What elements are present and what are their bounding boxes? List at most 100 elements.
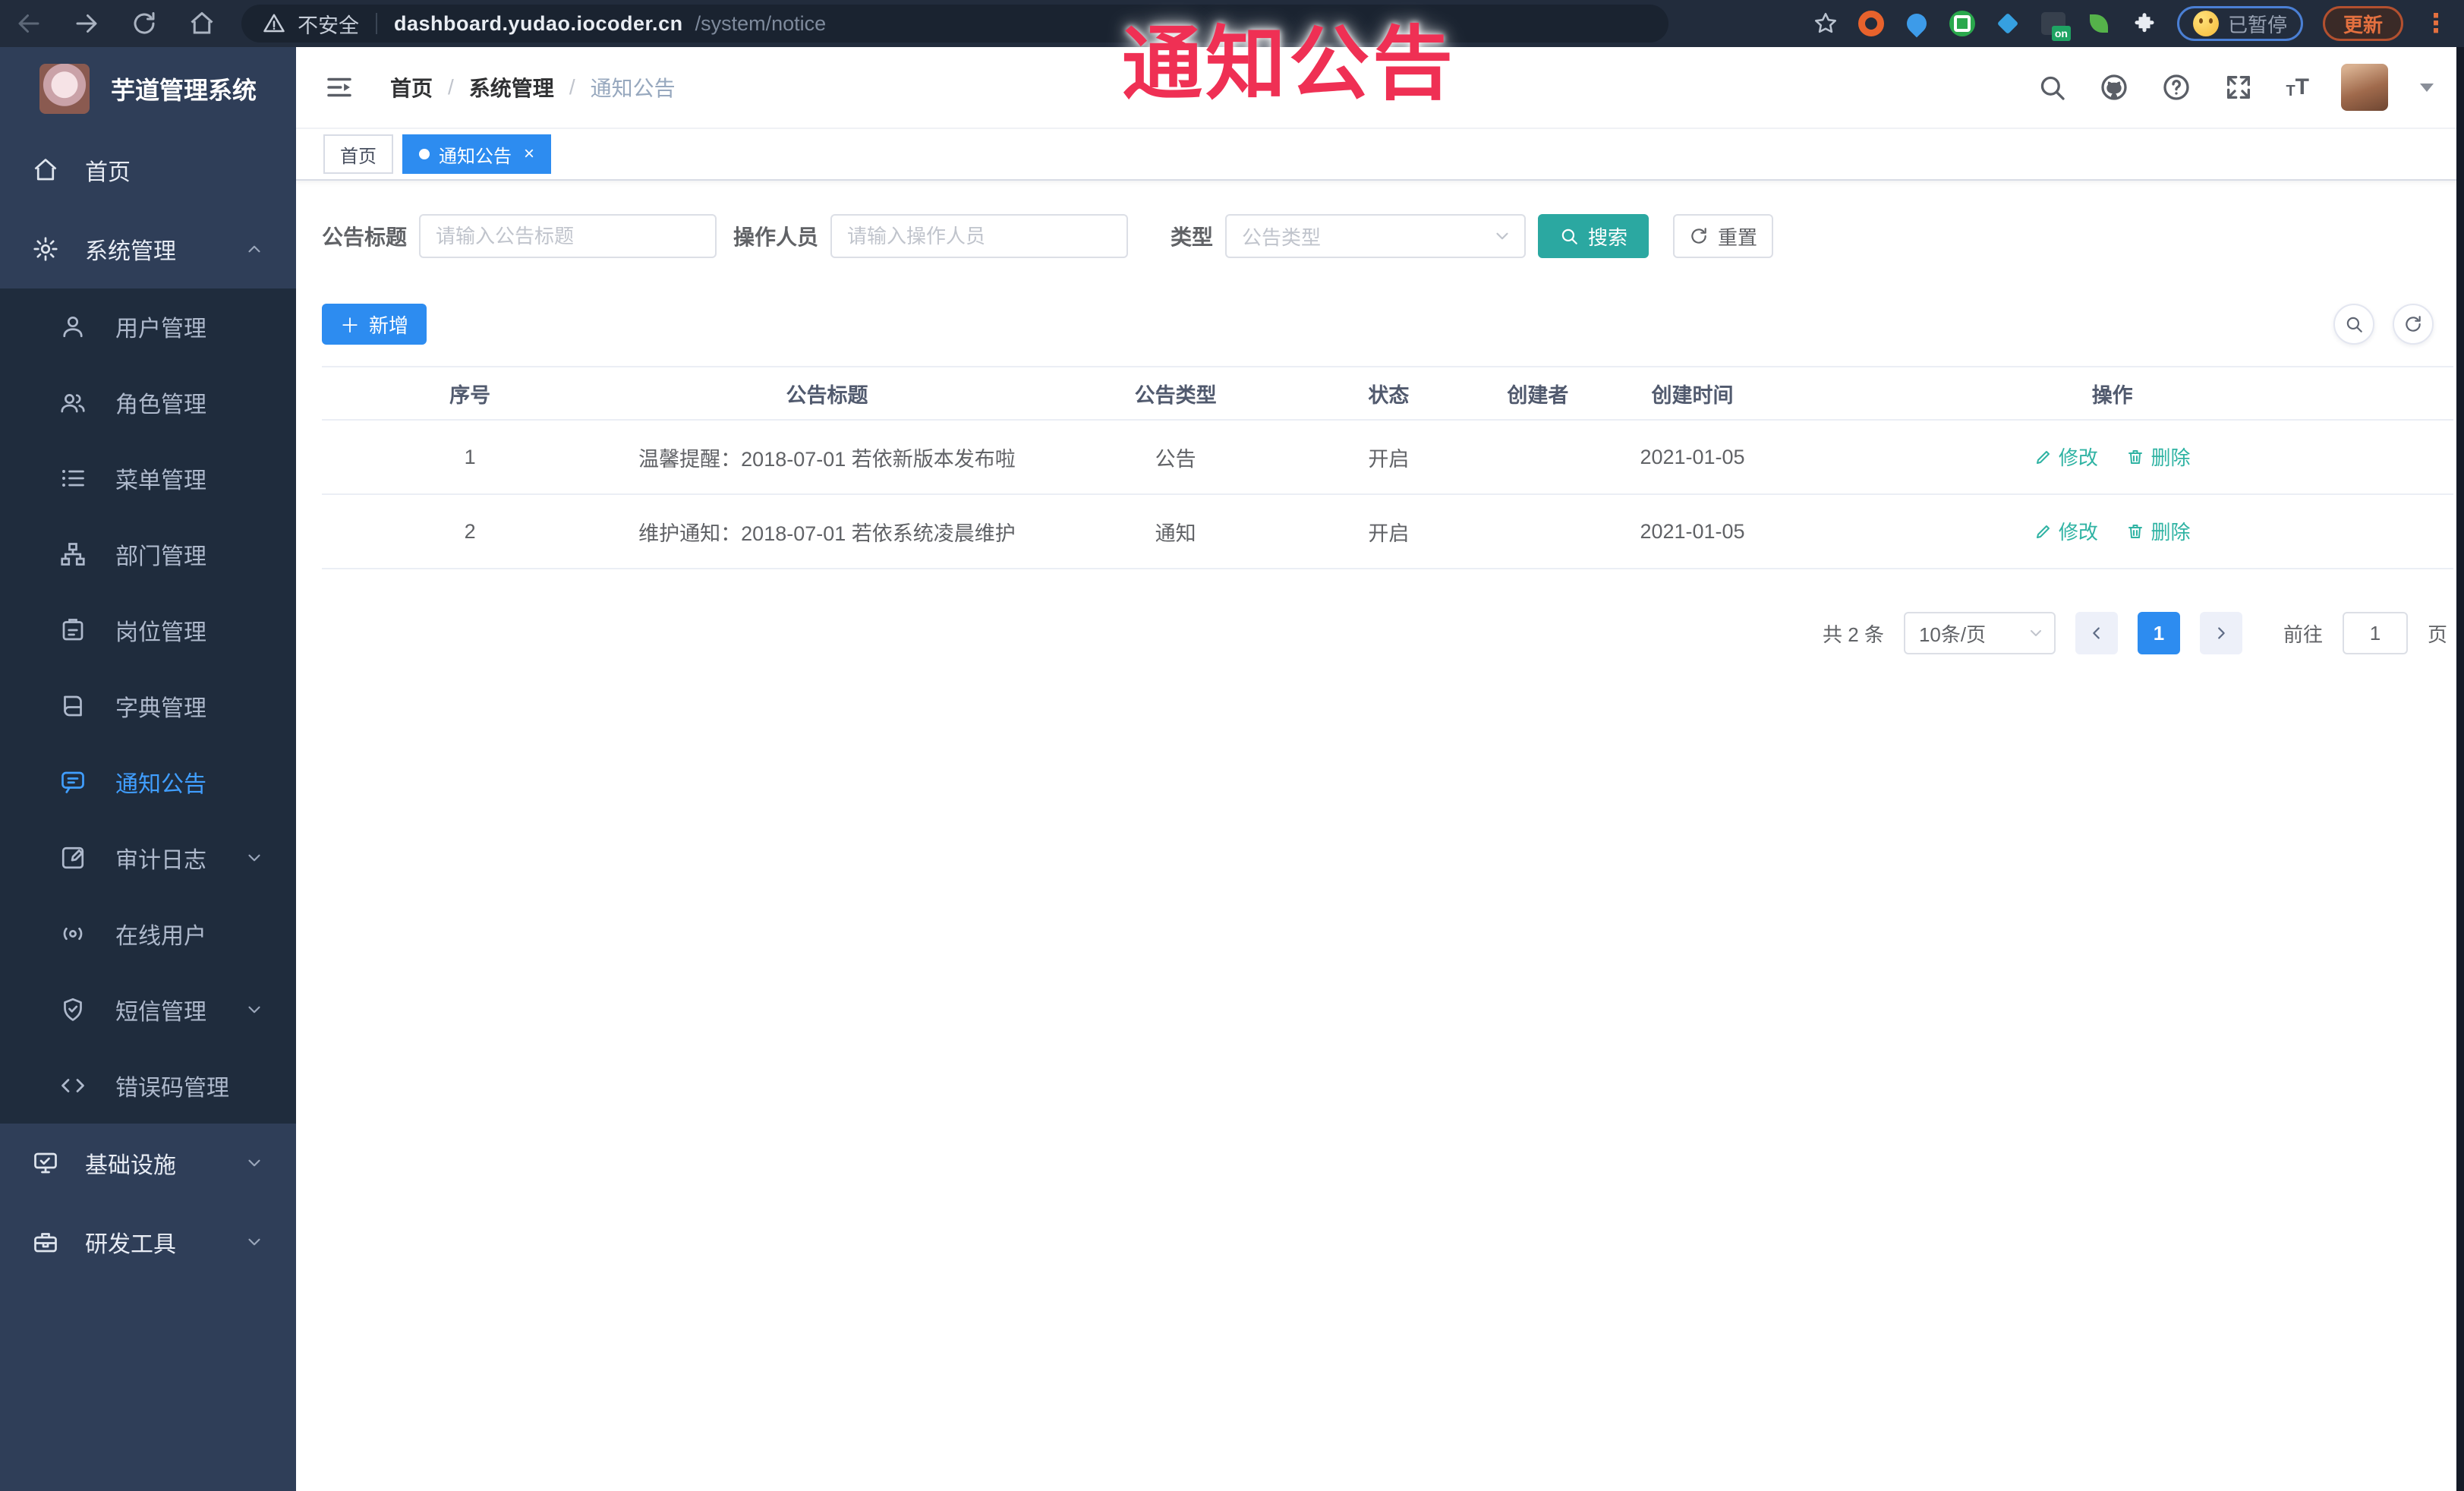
- sidebar-item-menu-mgmt[interactable]: 菜单管理: [0, 440, 296, 516]
- col-title: 公告标题: [618, 366, 1036, 421]
- tab-notice[interactable]: 通知公告 ×: [402, 134, 552, 174]
- type-label: 类型: [1171, 225, 1214, 249]
- close-icon[interactable]: ×: [524, 145, 534, 163]
- log-edit-icon: [61, 846, 84, 869]
- pagination: 共 2 条 10条/页 1 前往 页: [322, 612, 2453, 654]
- tab-home[interactable]: 首页: [323, 134, 393, 174]
- search-button[interactable]: 搜索: [1538, 214, 1649, 258]
- reload-icon[interactable]: [131, 10, 158, 37]
- sidebar-item-home[interactable]: 首页: [0, 131, 296, 210]
- sidebar-item-post-mgmt[interactable]: 岗位管理: [0, 592, 296, 668]
- sidebar-item-system[interactable]: 系统管理: [0, 210, 296, 288]
- toggle-search-button[interactable]: [2333, 304, 2374, 345]
- reset-button[interactable]: 重置: [1673, 214, 1774, 258]
- cell-title: 维护通知：2018-07-01 若依系统凌晨维护: [618, 494, 1036, 569]
- paused-badge[interactable]: 已暂停: [2176, 6, 2303, 41]
- help-icon[interactable]: [2161, 72, 2191, 102]
- sidebar-item-infrastructure[interactable]: 基础设施: [0, 1124, 296, 1203]
- extension-pin-icon[interactable]: [1902, 9, 1931, 38]
- monitor-icon: [34, 1152, 57, 1174]
- extension-leaf-icon[interactable]: [2086, 11, 2112, 36]
- extension-on-icon[interactable]: on: [2040, 11, 2071, 41]
- filter-operator-group: 操作人员: [733, 214, 1129, 258]
- chevron-down-icon: [248, 854, 260, 862]
- cell-actions: 修改 删除: [1771, 420, 2453, 495]
- main-area: 首页 / 系统管理 / 通知公告 TT 首页 通知公告 × 公告标题 请输入公告…: [296, 47, 2464, 1491]
- sidebar-item-sms-mgmt[interactable]: 短信管理: [0, 972, 296, 1048]
- table-header-row: 序号 公告标题 公告类型 状态 创建者 创建时间 操作: [322, 366, 2453, 421]
- page-number-current[interactable]: 1: [2137, 612, 2180, 654]
- trash-icon: [2128, 524, 2143, 538]
- collapse-sidebar-icon[interactable]: [323, 71, 355, 103]
- search-icon[interactable]: [2037, 72, 2067, 102]
- delete-link[interactable]: 删除: [2126, 517, 2190, 545]
- sidebar-item-dev-tools[interactable]: 研发工具: [0, 1203, 296, 1281]
- add-button[interactable]: ＋ 新增: [322, 304, 427, 345]
- sidebar-item-label: 岗位管理: [115, 620, 206, 645]
- breadcrumb-home[interactable]: 首页: [390, 72, 433, 102]
- breadcrumb-system[interactable]: 系统管理: [469, 72, 554, 102]
- back-icon[interactable]: [15, 10, 43, 37]
- goto-label: 前往: [2283, 623, 2323, 646]
- edit-link[interactable]: 修改: [2034, 443, 2098, 471]
- avatar[interactable]: [2341, 64, 2388, 111]
- sidebar-item-role-mgmt[interactable]: 角色管理: [0, 364, 296, 440]
- cell-index: 2: [322, 494, 619, 569]
- bookmark-star-icon[interactable]: [1813, 11, 1839, 36]
- online-users-icon: [63, 927, 83, 941]
- cell-status: 开启: [1315, 494, 1463, 569]
- refresh-table-button[interactable]: [2393, 304, 2434, 345]
- add-button-label: 新增: [369, 314, 409, 337]
- sidebar-item-user-mgmt[interactable]: 用户管理: [0, 288, 296, 364]
- extension-ring-icon[interactable]: [1857, 11, 1884, 36]
- sidebar-item-dept-mgmt[interactable]: 部门管理: [0, 516, 296, 592]
- type-select[interactable]: 公告类型: [1225, 214, 1527, 258]
- paused-label: 已暂停: [2227, 13, 2287, 36]
- github-icon[interactable]: [2099, 72, 2129, 102]
- home-icon[interactable]: [188, 10, 216, 37]
- tab-label: 通知公告: [439, 146, 512, 167]
- chevron-up-icon: [248, 245, 260, 253]
- window-scrollbar-edge[interactable]: [2456, 47, 2464, 1491]
- update-button[interactable]: 更新: [2322, 6, 2403, 41]
- shield-icon: [64, 998, 82, 1021]
- font-size-icon[interactable]: TT: [2286, 76, 2309, 99]
- chevron-down-icon: [1496, 232, 1508, 240]
- extensions-puzzle-icon[interactable]: [2132, 11, 2157, 36]
- operator-input[interactable]: [830, 214, 1129, 258]
- cell-actions: 修改 删除: [1771, 494, 2453, 569]
- sidebar-item-online-users[interactable]: 在线用户: [0, 896, 296, 972]
- url-host: dashboard.yudao.iocoder.cn: [394, 11, 683, 35]
- sidebar-item-dict-mgmt[interactable]: 字典管理: [0, 668, 296, 744]
- sidebar-item-notice[interactable]: 通知公告: [0, 744, 296, 820]
- badge-icon: [62, 619, 83, 641]
- sidebar-item-label: 首页: [85, 160, 131, 185]
- prev-page-button[interactable]: [2075, 612, 2118, 654]
- col-type: 公告类型: [1035, 366, 1315, 421]
- fullscreen-icon[interactable]: [2223, 72, 2254, 102]
- users-icon: [61, 394, 85, 413]
- chevron-down-icon: [248, 1238, 260, 1246]
- title-input[interactable]: [419, 214, 717, 258]
- tags-view-bar: 首页 通知公告 ×: [296, 128, 2464, 181]
- sidebar-logo-row[interactable]: 芋道管理系统: [0, 47, 296, 131]
- extension-diamond-icon[interactable]: [1995, 11, 2021, 36]
- extension-green-icon[interactable]: [1949, 11, 1975, 36]
- goto-page-input[interactable]: [2342, 612, 2408, 654]
- edit-link[interactable]: 修改: [2034, 517, 2098, 545]
- page-size-select[interactable]: 10条/页: [1903, 612, 2056, 654]
- delete-link[interactable]: 删除: [2126, 443, 2190, 471]
- app-title: 芋道管理系统: [111, 77, 257, 104]
- forward-icon[interactable]: [73, 10, 100, 37]
- sidebar-item-audit-log[interactable]: 审计日志: [0, 820, 296, 896]
- filter-type-group: 类型 公告类型: [1171, 214, 1527, 258]
- sidebar-item-label: 部门管理: [115, 544, 206, 569]
- trash-icon: [2128, 449, 2143, 464]
- sidebar-item-label: 短信管理: [115, 1000, 206, 1025]
- browser-menu-icon[interactable]: ⋮: [2423, 11, 2449, 36]
- next-page-button[interactable]: [2199, 612, 2242, 654]
- avatar-caret-icon[interactable]: [2420, 83, 2434, 92]
- sidebar-item-errorcode-mgmt[interactable]: 错误码管理: [0, 1048, 296, 1124]
- cell-created-at: 2021-01-05: [1613, 420, 1772, 495]
- org-tree-icon: [61, 543, 85, 566]
